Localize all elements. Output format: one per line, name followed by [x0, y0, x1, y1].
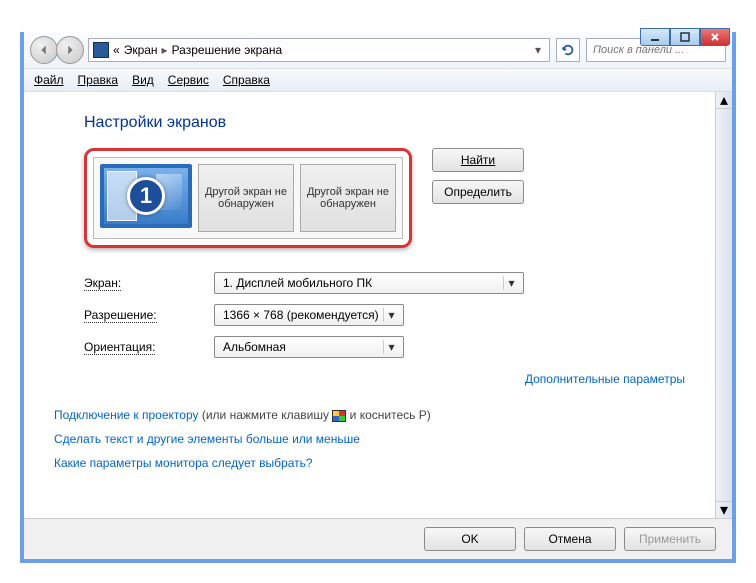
menu-help[interactable]: Справка	[223, 73, 270, 87]
orientation-select[interactable]: Альбомная ▾	[214, 336, 404, 358]
screen-select[interactable]: 1. Дисплей мобильного ПК ▾	[214, 272, 524, 294]
apply-button[interactable]: Применить	[624, 527, 716, 551]
breadcrumb[interactable]: « Экран ▸ Разрешение экрана ▾	[88, 38, 550, 62]
monitor-primary[interactable]: 1	[100, 164, 192, 228]
label-resolution: Разрешение:	[84, 308, 214, 322]
forward-button[interactable]	[56, 36, 84, 64]
scroll-up-arrow[interactable]: ▴	[716, 92, 732, 109]
refresh-button[interactable]	[556, 38, 580, 62]
label-screen: Экран:	[84, 276, 214, 290]
advanced-settings-link[interactable]: Дополнительные параметры	[525, 372, 685, 386]
menu-edit[interactable]: Правка	[78, 73, 119, 87]
vertical-scrollbar[interactable]: ▴ ▾	[715, 92, 732, 518]
menu-file[interactable]: Файл	[34, 73, 64, 87]
detect-button[interactable]: Определить	[432, 180, 524, 204]
text-size-link[interactable]: Сделать текст и другие элементы больше и…	[54, 432, 360, 446]
minimize-button[interactable]	[640, 28, 670, 46]
breadcrumb-item[interactable]: Разрешение экрана	[172, 43, 283, 57]
menu-tools[interactable]: Сервис	[168, 73, 209, 87]
navigation-bar: « Экран ▸ Разрешение экрана ▾	[24, 32, 732, 69]
maximize-button[interactable]	[670, 28, 700, 46]
windows-key-icon	[332, 410, 346, 422]
projector-link[interactable]: Подключение к проектору	[54, 408, 199, 422]
label-orientation: Ориентация:	[84, 340, 214, 354]
help-link[interactable]: Какие параметры монитора следует выбрать…	[54, 456, 313, 470]
chevron-down-icon: ▾	[383, 340, 399, 354]
page-title: Настройки экранов	[84, 114, 685, 132]
back-button[interactable]	[30, 36, 58, 64]
monitor-number: 1	[127, 177, 165, 215]
control-panel-icon	[93, 42, 109, 58]
cancel-button[interactable]: Отмена	[524, 527, 616, 551]
dialog-footer: OK Отмена Применить	[24, 518, 732, 559]
scroll-down-arrow[interactable]: ▾	[716, 501, 732, 518]
breadcrumb-item[interactable]: Экран	[124, 43, 158, 57]
monitor-placeholder[interactable]: Другой экран не обнаружен	[198, 164, 294, 232]
ok-button[interactable]: OK	[424, 527, 516, 551]
resolution-select[interactable]: 1366 × 768 (рекомендуется) ▾	[214, 304, 404, 326]
menu-bar: Файл Правка Вид Сервис Справка	[24, 69, 732, 92]
chevron-down-icon: ▾	[503, 276, 519, 290]
close-button[interactable]	[700, 28, 730, 46]
menu-view[interactable]: Вид	[132, 73, 154, 87]
chevron-down-icon: ▾	[383, 308, 399, 322]
chevron-right-icon: ▸	[162, 43, 168, 57]
highlight-annotation: 1 Другой экран не обнаружен Другой экран…	[84, 148, 412, 248]
monitor-arrangement-panel[interactable]: 1 Другой экран не обнаружен Другой экран…	[93, 157, 403, 239]
breadcrumb-prefix: «	[113, 43, 120, 57]
find-button[interactable]: Найти	[432, 148, 524, 172]
monitor-placeholder[interactable]: Другой экран не обнаружен	[300, 164, 396, 232]
breadcrumb-dropdown[interactable]: ▾	[531, 43, 545, 57]
